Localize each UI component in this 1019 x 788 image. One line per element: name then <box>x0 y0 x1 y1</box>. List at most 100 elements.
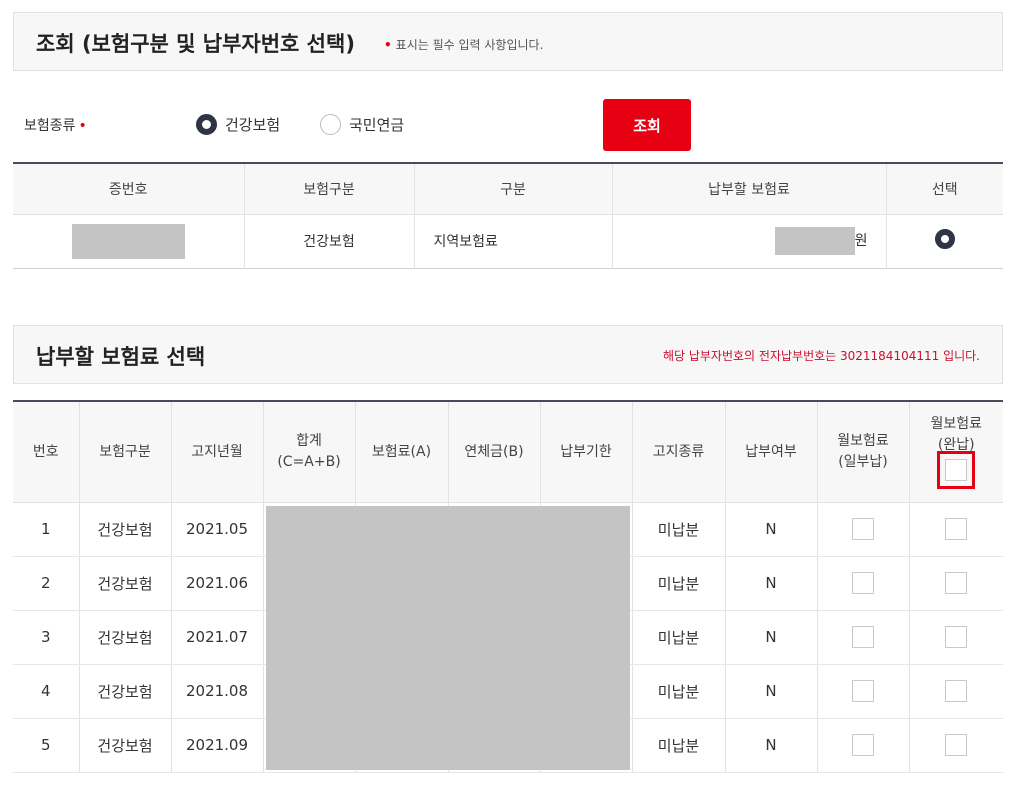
row-full-cell <box>908 718 1003 773</box>
bill-table-header: 번호 보험구분 고지년월 합계 (C=A+B) 보험료(A) 연체금(B) 납부기… <box>13 401 1003 503</box>
col-cert-no: 증번호 <box>13 163 244 215</box>
row-notice-type: 미납분 <box>631 610 725 665</box>
masked-amounts-block <box>266 506 630 770</box>
row-insurance: 건강보험 <box>78 610 171 665</box>
select-cell[interactable] <box>885 214 1003 268</box>
bill-section-header: 납부할 보험료 선택 해당 납부자번호의 전자납부번호는 30211841041… <box>13 325 1003 384</box>
col-full-line1: 월보험료 <box>930 416 983 433</box>
select-all-highlight <box>937 451 976 490</box>
col-partial: 월보험료 (일부납) <box>816 401 909 503</box>
col-due: 납부기한 <box>539 401 632 503</box>
search-button[interactable]: 조회 <box>603 99 691 151</box>
col-partial-line1: 월보험료 <box>837 433 889 450</box>
required-marker: • <box>384 38 392 52</box>
required-note: • 표시는 필수 입력 사항입니다. <box>384 36 543 53</box>
full-payment-checkbox[interactable] <box>945 518 968 540</box>
row-partial-cell <box>816 664 909 719</box>
select-all-full-checkbox[interactable] <box>945 459 968 482</box>
row-paid: N <box>724 610 817 665</box>
row-notice-type: 미납분 <box>631 556 725 611</box>
insurance-type-label-text: 보험종류 <box>24 118 76 134</box>
col-total: 합계 (C=A+B) <box>262 401 355 503</box>
radio-unchecked-icon <box>320 114 341 135</box>
row-no: 3 <box>13 610 79 665</box>
category-cell: 지역보험료 <box>413 214 612 268</box>
electronic-payment-notice: 해당 납부자번호의 전자납부번호는 3021184104111 입니다. <box>662 349 980 363</box>
full-payment-checkbox[interactable] <box>945 734 968 756</box>
row-month: 2021.06 <box>170 556 263 611</box>
partial-payment-checkbox[interactable] <box>852 734 874 756</box>
radio-checked-icon <box>196 114 217 135</box>
row-notice-type: 미납분 <box>631 664 725 719</box>
col-category: 구분 <box>413 163 612 215</box>
full-payment-checkbox[interactable] <box>945 680 968 702</box>
radio-national-pension[interactable]: 국민연금 <box>320 114 404 135</box>
full-payment-checkbox[interactable] <box>945 572 968 594</box>
row-no: 1 <box>13 502 79 557</box>
radio-health-insurance[interactable]: 건강보험 <box>196 114 280 135</box>
masked-cert-no <box>71 223 185 259</box>
row-full-cell <box>908 664 1003 719</box>
col-insurance: 보험구분 <box>243 163 414 215</box>
radio-checked-icon[interactable] <box>934 229 955 249</box>
row-insurance: 건강보험 <box>78 664 171 719</box>
insurance-type-label: 보험종류 • <box>24 115 87 135</box>
col-partial-line2: (일부납) <box>838 453 888 470</box>
col-insurance: 보험구분 <box>78 401 171 503</box>
col-select: 선택 <box>885 163 1003 215</box>
search-section-header: 조회 (보험구분 및 납부자번호 선택) • 표시는 필수 입력 사항입니다. <box>13 12 1003 71</box>
row-partial-cell <box>816 718 909 773</box>
col-no: 번호 <box>13 401 79 503</box>
row-paid: N <box>724 556 817 611</box>
cert-no-cell <box>13 214 244 268</box>
row-no: 5 <box>13 718 79 773</box>
row-no: 4 <box>13 664 79 719</box>
required-note-text: 표시는 필수 입력 사항입니다. <box>395 38 544 52</box>
partial-payment-checkbox[interactable] <box>852 518 874 540</box>
masked-amount <box>774 227 855 255</box>
bill-section-title: 납부할 보험료 선택 <box>36 345 206 369</box>
row-paid: N <box>724 502 817 557</box>
row-insurance: 건강보험 <box>78 556 171 611</box>
row-partial-cell <box>816 502 909 557</box>
amount-unit: 원 <box>854 233 868 249</box>
row-paid: N <box>724 718 817 773</box>
row-paid: N <box>724 664 817 719</box>
col-month: 고지년월 <box>170 401 263 503</box>
amount-cell: 원 <box>611 214 886 268</box>
search-section-title: 조회 (보험구분 및 납부자번호 선택) <box>36 32 355 56</box>
radio-health-insurance-label: 건강보험 <box>225 116 281 134</box>
radio-national-pension-label: 국민연금 <box>349 116 405 134</box>
col-total-line2: (C=A+B) <box>277 453 341 470</box>
row-month: 2021.08 <box>170 664 263 719</box>
row-month: 2021.09 <box>170 718 263 773</box>
col-paid: 납부여부 <box>724 401 817 503</box>
row-notice-type: 미납분 <box>631 502 725 557</box>
table-row[interactable]: 건강보험 지역보험료 원 <box>13 214 1003 268</box>
row-partial-cell <box>816 610 909 665</box>
partial-payment-checkbox[interactable] <box>852 572 874 594</box>
row-insurance: 건강보험 <box>78 502 171 557</box>
row-full-cell <box>908 556 1003 611</box>
row-partial-cell <box>816 556 909 611</box>
row-notice-type: 미납분 <box>631 718 725 773</box>
payer-table-header: 증번호 보험구분 구분 납부할 보험료 선택 <box>13 163 1003 215</box>
partial-payment-checkbox[interactable] <box>852 626 874 648</box>
row-month: 2021.07 <box>170 610 263 665</box>
row-no: 2 <box>13 556 79 611</box>
insurance-cell: 건강보험 <box>243 214 414 268</box>
row-full-cell <box>908 610 1003 665</box>
col-arrears: 연체금(B) <box>447 401 540 503</box>
insurance-type-required-marker: • <box>78 118 87 134</box>
full-payment-checkbox[interactable] <box>945 626 968 648</box>
col-full: 월보험료 (완납) <box>908 401 1003 503</box>
row-insurance: 건강보험 <box>78 718 171 773</box>
partial-payment-checkbox[interactable] <box>852 680 874 702</box>
col-premium: 보험료(A) <box>354 401 448 503</box>
col-amount: 납부할 보험료 <box>611 163 886 215</box>
payer-table: 증번호 보험구분 구분 납부할 보험료 선택 건강보험 지역보험료 원 <box>13 162 1003 269</box>
row-month: 2021.05 <box>170 502 263 557</box>
col-total-line1: 합계 <box>296 433 322 450</box>
col-notice-type: 고지종류 <box>631 401 725 503</box>
row-full-cell <box>908 502 1003 557</box>
